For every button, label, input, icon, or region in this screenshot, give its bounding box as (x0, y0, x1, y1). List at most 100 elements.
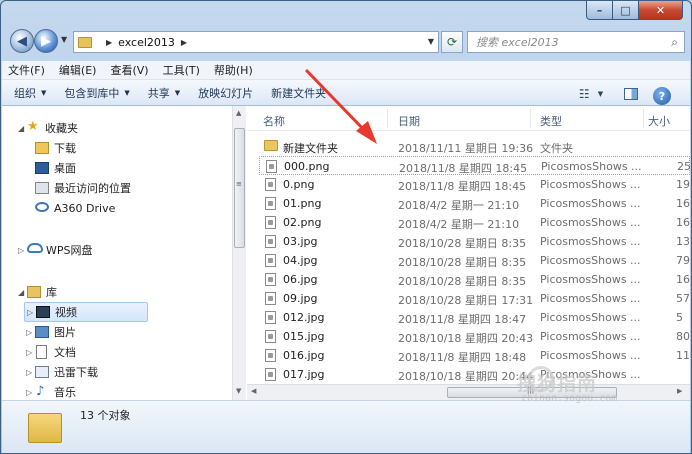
tree-expanded-icon[interactable]: ◢ (18, 124, 24, 133)
file-row[interactable]: 01.png 2018/4/2 星期一 21:10 PicosmosShows … (259, 194, 690, 213)
nav-documents-label: 文档 (54, 346, 76, 359)
chevron-right-icon[interactable]: ▶ (106, 38, 112, 47)
new-folder-button[interactable]: 新建文件夹 (271, 85, 326, 101)
change-view-button[interactable]: ☷ ▼ (573, 85, 609, 103)
column-header-type[interactable]: 类型 (540, 113, 562, 129)
nav-pictures[interactable]: ▷ 图片 (2, 322, 230, 342)
tree-collapsed-icon[interactable]: ▷ (18, 246, 24, 255)
file-size: 80 (676, 330, 690, 343)
menu-edit[interactable]: 编辑(E) (59, 62, 97, 78)
minimize-button[interactable]: – (586, 1, 613, 20)
nav-documents[interactable]: ▷ 文档 (2, 342, 230, 362)
nav-a360-label: A360 Drive (54, 201, 116, 215)
file-row[interactable]: 04.jpg 2018/10/28 星期日 8:35 PicosmosShows… (259, 251, 690, 270)
a360-drive-icon (35, 202, 49, 212)
image-file-icon (265, 292, 276, 305)
slideshow-button[interactable]: 放映幻灯片 (198, 85, 253, 101)
organize-button[interactable]: 组织 ▼ (14, 85, 46, 101)
scroll-up-icon[interactable]: ▲ (236, 109, 241, 117)
image-file-icon (265, 216, 276, 229)
file-row[interactable]: 016.jpg 2018/11/8 星期四 18:48 PicosmosShow… (259, 346, 690, 365)
nav-favorites-label: 收藏夹 (45, 122, 78, 135)
file-name: 016.jpg (283, 349, 325, 362)
search-icon[interactable]: ⌕ (671, 35, 678, 50)
help-icon: ? (658, 89, 666, 103)
column-header-date[interactable]: 日期 (398, 113, 420, 129)
file-size: 5 (676, 311, 683, 324)
horizontal-scrollbar[interactable]: ◀ ||| ▶ (247, 384, 690, 400)
tree-collapsed-icon[interactable]: ▷ (26, 348, 32, 357)
share-button[interactable]: 共享 ▼ (148, 85, 180, 101)
file-row[interactable]: 015.jpg 2018/10/18 星期四 20:43 PicosmosSho… (259, 327, 690, 346)
image-file-icon (265, 368, 276, 381)
nav-library-label: 库 (46, 286, 57, 299)
file-row[interactable]: 017.jpg 2018/10/18 星期四 20:44 PicosmosSho… (259, 365, 690, 384)
nav-desktop[interactable]: 桌面 (2, 158, 230, 178)
file-type: PicosmosShows ... (541, 160, 642, 173)
file-row[interactable]: 03.jpg 2018/10/28 星期日 8:35 PicosmosShows… (259, 232, 690, 251)
close-button[interactable]: ✕ (639, 1, 683, 20)
address-dropdown-icon[interactable]: ▼ (428, 37, 434, 46)
file-type: PicosmosShows ... (540, 330, 641, 343)
menu-help[interactable]: 帮助(H) (214, 62, 253, 78)
file-row[interactable]: 0.png 2018/11/8 星期四 18:45 PicosmosShows … (259, 175, 690, 194)
scroll-left-icon[interactable]: ◀ (251, 387, 256, 395)
chevron-right-icon[interactable]: ▶ (181, 38, 187, 47)
scroll-down-icon[interactable]: ▼ (236, 387, 241, 395)
search-input[interactable] (476, 35, 656, 49)
refresh-button[interactable]: ⟳ (441, 31, 463, 53)
menu-file[interactable]: 文件(F) (8, 62, 45, 78)
menu-view[interactable]: 查看(V) (110, 62, 148, 78)
nav-a360[interactable]: A360 Drive (2, 198, 230, 218)
image-file-icon (265, 178, 276, 191)
file-row[interactable]: 000.png 2018/11/8 星期四 18:45 PicosmosShow… (259, 156, 690, 175)
menu-tools[interactable]: 工具(T) (163, 62, 200, 78)
column-header-size[interactable]: 大小 (648, 113, 670, 129)
column-header-name[interactable]: 名称 (263, 113, 285, 129)
file-row[interactable]: 012.jpg 2018/11/8 星期四 18:47 PicosmosShow… (259, 308, 690, 327)
nav-favorites[interactable]: ◢ ★ 收藏夹 (2, 118, 230, 138)
tree-collapsed-icon[interactable]: ▷ (26, 388, 32, 397)
nav-library[interactable]: ◢ 库 (2, 282, 230, 302)
address-bar[interactable]: ▶ excel2013 ▶ ▼ (73, 31, 439, 53)
column-divider[interactable] (643, 109, 644, 128)
nav-downloads[interactable]: 下载 (2, 138, 230, 158)
column-divider[interactable] (530, 109, 531, 128)
nav-wps-label: WPS网盘 (46, 244, 93, 257)
back-button[interactable]: ◀ (10, 29, 34, 53)
nav-thunder-label: 迅雷下载 (54, 366, 98, 379)
forward-button[interactable]: ▶ (34, 29, 58, 53)
preview-pane-button[interactable] (621, 85, 641, 103)
tree-collapsed-icon[interactable]: ▷ (27, 308, 33, 317)
nav-thunder[interactable]: ▷ 迅雷下载 (2, 362, 230, 382)
image-file-icon (265, 349, 276, 362)
file-type: PicosmosShows ... (540, 178, 641, 191)
include-library-button[interactable]: 包含到库中 ▼ (64, 85, 129, 101)
file-row[interactable]: 02.png 2018/4/2 星期一 21:10 PicosmosShows … (259, 213, 690, 232)
chevron-down-icon: ▼ (597, 90, 604, 98)
scroll-right-icon[interactable]: ▶ (677, 387, 682, 395)
file-name: 03.jpg (283, 235, 318, 248)
nav-recent[interactable]: 最近访问的位置 (2, 178, 230, 198)
file-row[interactable]: 06.jpg 2018/10/28 星期日 8:35 PicosmosShows… (259, 270, 690, 289)
breadcrumb-current[interactable]: excel2013 (118, 36, 175, 49)
help-button[interactable]: ? (653, 87, 671, 105)
file-row[interactable]: 09.jpg 2018/10/28 星期日 17:31 PicosmosShow… (259, 289, 690, 308)
tree-collapsed-icon[interactable]: ▷ (26, 368, 32, 377)
image-file-icon (265, 311, 276, 324)
tree-collapsed-icon[interactable]: ▷ (26, 328, 32, 337)
nav-music[interactable]: ▷ ♪ 音乐 (2, 382, 230, 400)
folder-icon (78, 36, 92, 48)
nav-videos[interactable]: ▷ 视频 (24, 302, 148, 322)
column-divider[interactable] (387, 109, 388, 128)
file-name: 017.jpg (283, 368, 325, 381)
search-box[interactable]: ⌕ (467, 31, 685, 53)
file-row[interactable]: 新建文件夹 2018/11/11 星期日 19:36 文件夹 (259, 137, 690, 156)
tree-expanded-icon[interactable]: ◢ (18, 288, 24, 297)
nav-pane-scrollbar[interactable]: ▲ ≡ ▼ (232, 106, 246, 400)
nav-videos-label: 视频 (55, 306, 77, 319)
recent-pages-dropdown[interactable]: ▼ (61, 35, 67, 44)
nav-wps[interactable]: ▷ WPS网盘 (2, 240, 230, 260)
maximize-button[interactable]: □ (613, 1, 639, 20)
nav-scroll-thumb[interactable] (234, 128, 245, 248)
